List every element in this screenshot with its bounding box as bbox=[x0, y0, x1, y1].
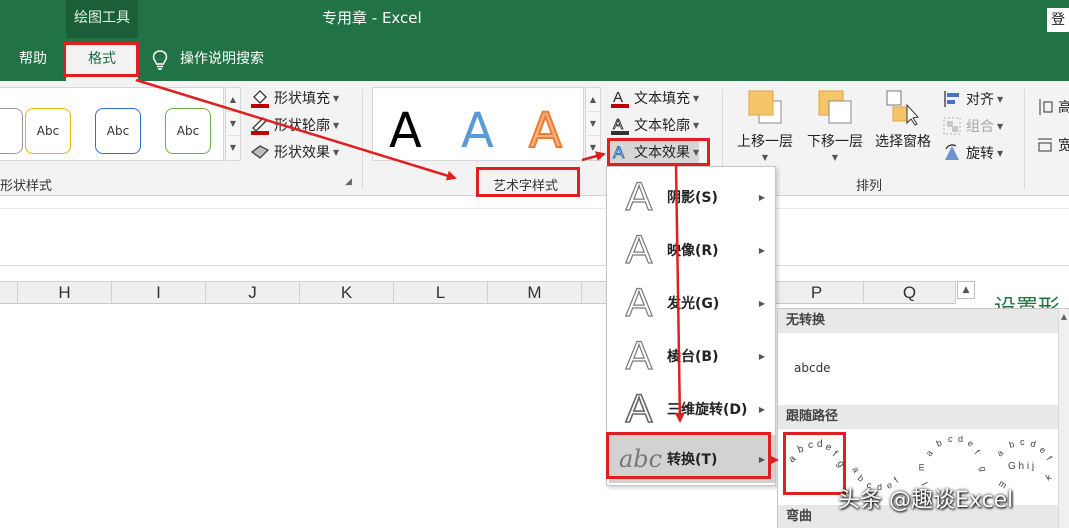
arrow-format-to-wordart bbox=[135, 78, 457, 181]
arrow-texteffects-to-transform bbox=[674, 163, 685, 423]
arrow-wordart-to-texteffects bbox=[581, 151, 606, 162]
annotation-arrows bbox=[135, 78, 779, 465]
watermark: 头条 @趣谈Excel bbox=[838, 488, 1014, 513]
